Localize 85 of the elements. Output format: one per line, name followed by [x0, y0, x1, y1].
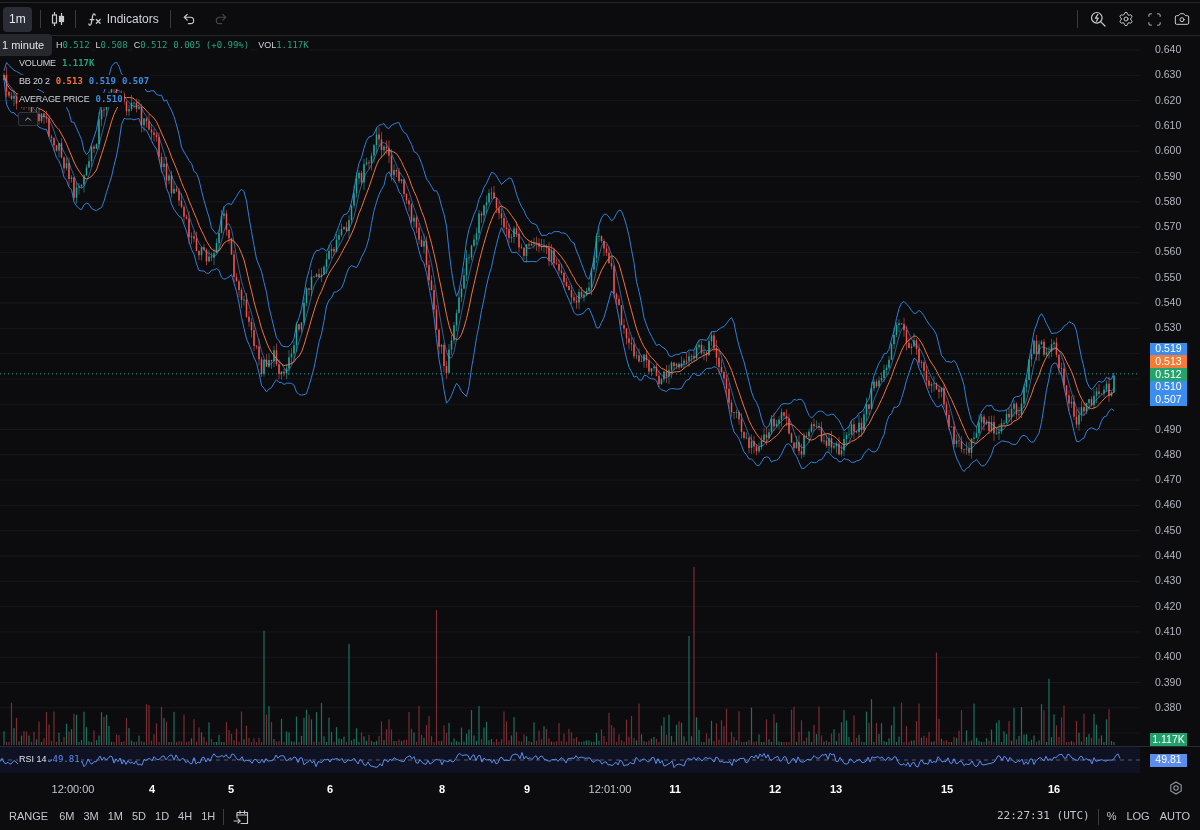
range-button[interactable]: 5D	[131, 808, 147, 825]
tooltip: 1 minute	[0, 34, 53, 56]
interval-button[interactable]: 1m	[3, 6, 32, 32]
range-button[interactable]: 3M	[83, 808, 99, 825]
price-tick-label: 0.640	[1155, 42, 1182, 58]
price-tick-label: 0.380	[1155, 699, 1182, 715]
price-badge: 0.519	[1150, 342, 1187, 356]
range-button[interactable]: 6M	[59, 808, 75, 825]
price-tick-label: 0.610	[1155, 118, 1182, 133]
range-button[interactable]: 1M	[107, 808, 123, 825]
function-icon	[86, 11, 102, 27]
price-tick-label: 0.390	[1155, 674, 1182, 690]
price-tick-label: 0.440	[1155, 548, 1182, 564]
scale-option-button[interactable]: LOG	[1126, 808, 1150, 825]
date-tick-label: 16	[1047, 782, 1061, 797]
price-tick-label: 0.460	[1155, 497, 1182, 513]
date-tick-label: 11	[669, 782, 681, 797]
time-tick-label: 12:00:00	[51, 782, 95, 797]
date-tick-label: 5	[227, 782, 235, 797]
price-tick-label: 0.530	[1155, 320, 1182, 336]
price-tick-label: 0.450	[1155, 522, 1182, 538]
search-icon	[1090, 11, 1106, 27]
rsi-badge: 49.81	[1150, 753, 1187, 767]
calendar-icon	[233, 808, 250, 825]
indicator-name: BB 20 2	[18, 75, 51, 89]
date-tick-label: 6	[326, 782, 334, 797]
date-tick-label: 9	[523, 782, 531, 797]
settings-icon	[1118, 11, 1134, 27]
price-tick-label: 0.570	[1155, 219, 1182, 235]
price-tick-label: 0.580	[1155, 193, 1182, 209]
rsi-value: 49.81	[51, 753, 81, 767]
rsi-label: RSI 14	[18, 753, 48, 767]
price-tick-label: 0.400	[1155, 649, 1182, 665]
ohlc-value: 0.512	[62, 39, 91, 53]
date-tick-label: 8	[438, 782, 446, 797]
clock-text: 22:27:31 (UTC)	[996, 808, 1090, 825]
price-tick-label: 0.470	[1155, 472, 1182, 488]
price-tick-label: 0.480	[1155, 446, 1182, 462]
indicator-name: AVERAGE PRICE	[18, 93, 91, 107]
fullscreen-icon	[1146, 11, 1162, 27]
price-tick-label: 0.430	[1155, 573, 1182, 589]
date-tick-label: 4	[148, 782, 156, 797]
ohlc-label: H	[55, 39, 63, 53]
price-tick-label: 0.620	[1155, 92, 1182, 108]
price-tick-label: 0.550	[1155, 269, 1182, 285]
ohlc-label: C	[132, 39, 141, 53]
date-tick-label: 12	[768, 782, 782, 797]
range-button[interactable]: 4H	[178, 808, 193, 825]
volume-badge: 1.117K	[1150, 733, 1187, 746]
price-badge: 0.507	[1150, 393, 1187, 407]
go-to-date-button[interactable]	[232, 807, 251, 826]
price-badge: 0.513	[1150, 355, 1187, 369]
range-button[interactable]: 1D	[155, 808, 170, 825]
volume-value: 1.117K	[276, 39, 310, 53]
price-tick-label: 0.630	[1155, 67, 1182, 83]
price-tick-label: 0.560	[1155, 244, 1182, 260]
scale-option-button[interactable]: AUTO	[1159, 808, 1190, 825]
collapse-button[interactable]	[18, 112, 38, 126]
ohlc-value: 0.512	[140, 39, 169, 53]
range-label: RANGE	[9, 809, 49, 825]
scale-option-button[interactable]: %	[1106, 808, 1117, 825]
candlestick-icon	[50, 11, 65, 27]
axis-settings-button[interactable]	[1168, 780, 1184, 796]
price-tick-label: 0.540	[1155, 295, 1182, 311]
indicator-value: 0.519	[87, 75, 117, 89]
price-tick-label: 0.590	[1155, 168, 1182, 184]
chevron-up-icon	[23, 114, 33, 124]
price-tick-label: 0.410	[1155, 623, 1182, 639]
price-tick-label: 0.420	[1155, 598, 1182, 614]
indicators-button[interactable]: Indicators	[83, 6, 162, 32]
price-tick-label: 0.490	[1155, 421, 1182, 437]
date-tick-label: 15	[940, 782, 954, 797]
indicator-value: 0.510	[94, 93, 124, 107]
ohlc-label: L	[94, 39, 101, 53]
camera-icon	[1174, 11, 1190, 27]
ohlc-value: 0.508	[100, 39, 129, 53]
date-tick-label: 13	[829, 782, 843, 797]
settings-icon	[1169, 781, 1183, 795]
range-button[interactable]: 1H	[201, 808, 216, 825]
price-badge: 0.512	[1150, 368, 1187, 381]
volume-label: VOL	[257, 39, 277, 53]
time-tick-label: 12:01:00	[588, 782, 632, 797]
price-tick-label: 0.600	[1155, 143, 1182, 159]
indicator-value: 0.507	[120, 75, 151, 89]
price-change: 0.005 (+0.99%)	[172, 39, 251, 53]
